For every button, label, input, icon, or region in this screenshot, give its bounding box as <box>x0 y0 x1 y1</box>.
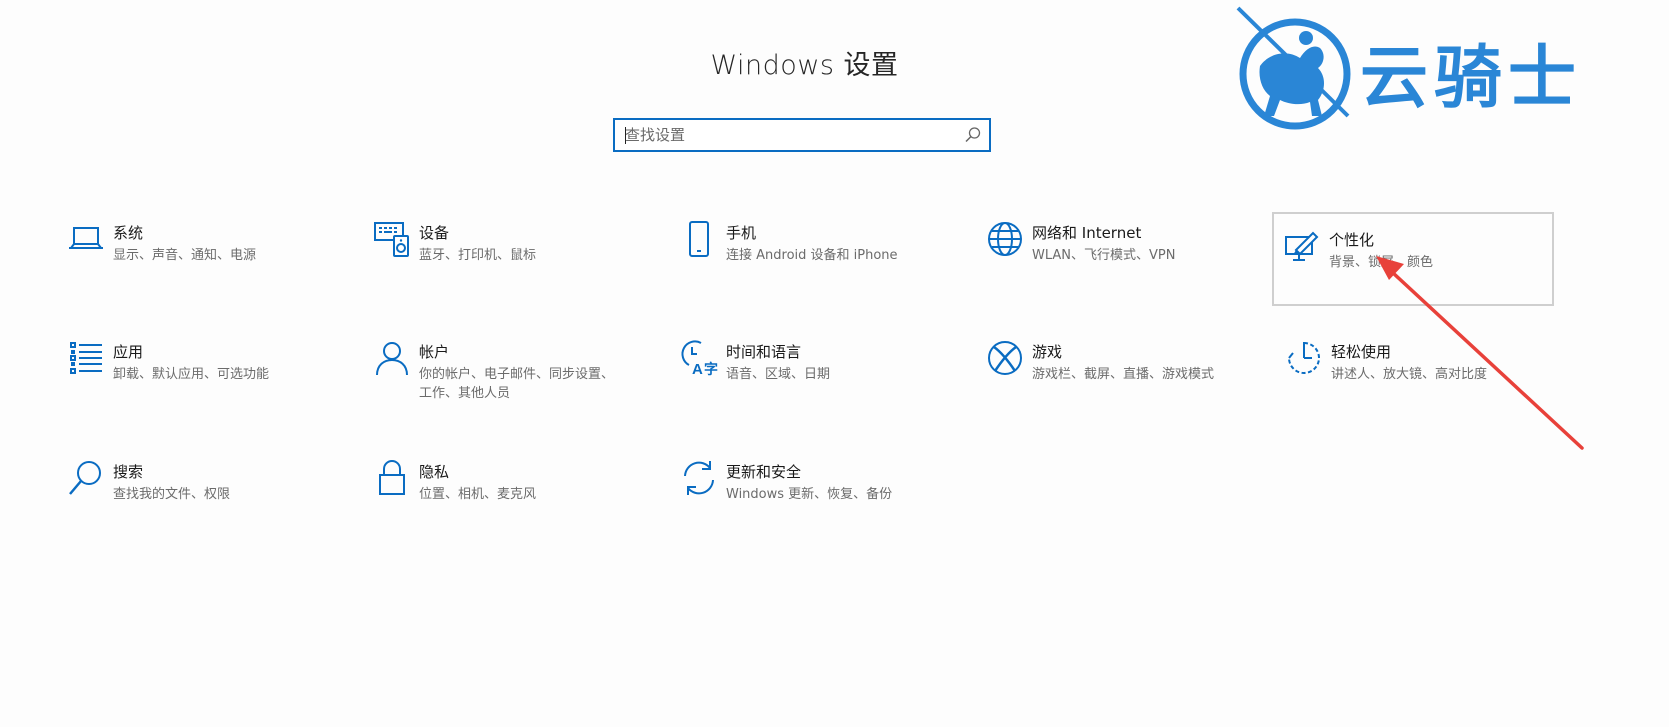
globe-icon <box>985 219 1025 259</box>
tile-description: 位置、相机、麦克风 <box>419 487 537 502</box>
tile-title: 网络和 Internet <box>1032 224 1142 242</box>
tile-description: WLAN、飞行模式、VPN <box>1032 248 1176 263</box>
tile-network[interactable]: 网络和 Internet WLAN、飞行模式、VPN <box>975 205 1257 299</box>
tile-title: 更新和安全 <box>726 463 802 481</box>
lock-icon <box>372 458 412 498</box>
accessibility-timer-icon <box>1284 338 1324 378</box>
phone-icon <box>679 219 719 259</box>
keyboard-speaker-icon <box>372 219 412 259</box>
tile-description: 游戏栏、截屏、直播、游戏模式 <box>1032 367 1215 382</box>
watermark-text: 云骑士 <box>1360 39 1583 118</box>
tile-ease-of-access[interactable]: 轻松使用 讲述人、放大镜、高对比度 <box>1274 324 1556 418</box>
tile-system[interactable]: 系统 显示、声音、通知、电源 <box>56 205 338 299</box>
tile-title: 隐私 <box>419 463 450 481</box>
tile-description: Windows 更新、恢复、备份 <box>726 487 893 502</box>
tile-description: 蓝牙、打印机、鼠标 <box>419 248 537 263</box>
tile-title: 帐户 <box>419 343 450 361</box>
search-box[interactable] <box>613 118 991 152</box>
tile-search[interactable]: 搜索 查找我的文件、权限 <box>56 444 338 538</box>
tile-title: 搜索 <box>113 463 144 481</box>
tile-time-language[interactable]: A字 时间和语言 语音、区域、日期 <box>669 324 951 418</box>
search-icon[interactable] <box>964 126 982 144</box>
clock-language-icon: A字 <box>679 338 719 378</box>
tile-description: 卸载、默认应用、可选功能 <box>113 367 270 382</box>
xbox-icon <box>985 338 1025 378</box>
tile-title: 游戏 <box>1032 343 1063 361</box>
tile-title: 轻松使用 <box>1331 343 1392 361</box>
tile-personalization[interactable]: 个性化 背景、锁屏、颜色 <box>1272 212 1554 306</box>
tile-description: 你的帐户、电子邮件、同步设置、工作、其他人员 <box>419 367 615 401</box>
sync-arrows-icon <box>679 458 719 498</box>
tile-apps[interactable]: 应用 卸载、默认应用、可选功能 <box>56 324 338 418</box>
tile-description: 查找我的文件、权限 <box>113 487 231 502</box>
tile-title: 系统 <box>113 224 144 242</box>
tile-description: 显示、声音、通知、电源 <box>113 248 257 263</box>
app-list-icon <box>66 338 106 378</box>
tile-devices[interactable]: 设备 蓝牙、打印机、鼠标 <box>362 205 644 299</box>
search-input[interactable] <box>625 120 945 150</box>
tile-description: 背景、锁屏、颜色 <box>1329 255 1434 270</box>
magnifier-icon <box>66 458 106 498</box>
tile-description: 讲述人、放大镜、高对比度 <box>1331 367 1488 382</box>
tile-title: 个性化 <box>1329 231 1375 249</box>
tile-update-security[interactable]: 更新和安全 Windows 更新、恢复、备份 <box>669 444 951 538</box>
tile-title: 设备 <box>419 224 450 242</box>
tile-title: 应用 <box>113 343 144 361</box>
watermark: 云骑士 <box>1230 4 1660 134</box>
tile-gaming[interactable]: 游戏 游戏栏、截屏、直播、游戏模式 <box>975 324 1257 418</box>
monitor-pen-icon <box>1282 226 1322 266</box>
text-caret <box>625 127 626 144</box>
tile-accounts[interactable]: 帐户 你的帐户、电子邮件、同步设置、工作、其他人员 <box>362 324 644 418</box>
tile-description: 语音、区域、日期 <box>726 367 831 382</box>
tile-title: 时间和语言 <box>726 343 802 361</box>
tile-privacy[interactable]: 隐私 位置、相机、麦克风 <box>362 444 644 538</box>
laptop-icon <box>66 219 106 259</box>
tile-description: 连接 Android 设备和 iPhone <box>726 248 898 263</box>
knight-horse-logo <box>1236 6 1351 130</box>
tile-title: 手机 <box>726 224 757 242</box>
tile-phone[interactable]: 手机 连接 Android 设备和 iPhone <box>669 205 951 299</box>
svg-text:字: 字 <box>704 361 718 378</box>
person-icon <box>372 338 412 378</box>
svg-text:A: A <box>692 361 703 378</box>
